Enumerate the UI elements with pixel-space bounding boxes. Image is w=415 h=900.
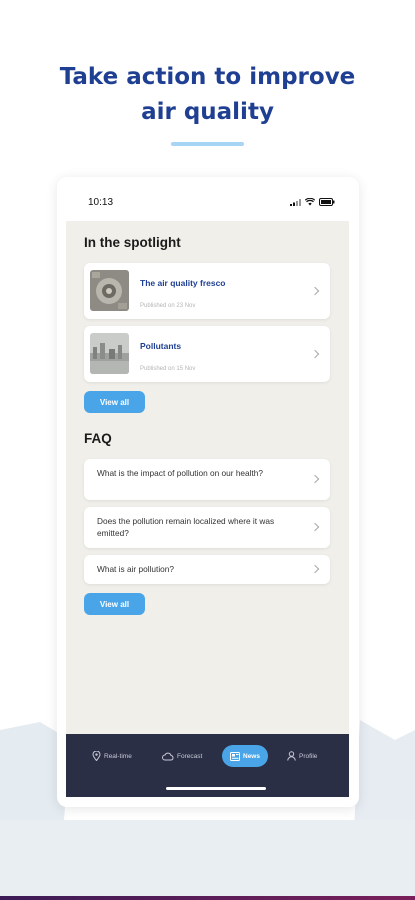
status-time: 10:13 bbox=[88, 197, 114, 208]
spotlight-view-all-button[interactable]: View all bbox=[84, 391, 145, 413]
faq-question: What is air pollution? bbox=[97, 564, 175, 574]
spotlight-card-2[interactable]: Pollutants Published on 15 Nov bbox=[84, 326, 330, 382]
signal-icon bbox=[290, 198, 301, 206]
faq-item-1[interactable]: What is the impact of pollution on our h… bbox=[84, 459, 330, 500]
spotlight-card-title: Pollutants bbox=[140, 341, 182, 351]
faq-title: FAQ bbox=[84, 431, 112, 446]
status-icons bbox=[290, 198, 335, 206]
faq-item-3[interactable]: What is air pollution? bbox=[84, 555, 330, 584]
chevron-right-icon bbox=[310, 522, 320, 532]
aerial-city-image bbox=[90, 270, 129, 311]
page-headline: Take action to improve air quality bbox=[0, 60, 415, 130]
faq-question: What is the impact of pollution on our h… bbox=[97, 468, 264, 478]
spotlight-card-title: The air quality fresco bbox=[140, 278, 226, 288]
wifi-icon bbox=[305, 198, 315, 206]
chevron-right-icon bbox=[310, 286, 320, 296]
city-skyline-image bbox=[90, 333, 129, 374]
tab-label: Profile bbox=[299, 752, 318, 760]
battery-icon bbox=[319, 198, 335, 206]
tab-profile[interactable]: Profile bbox=[287, 745, 317, 767]
spotlight-card-1[interactable]: The air quality fresco Published on 23 N… bbox=[84, 263, 330, 319]
headline-underline bbox=[171, 142, 244, 146]
tab-label: Forecast bbox=[177, 752, 203, 760]
tab-forecast[interactable]: Forecast bbox=[162, 745, 202, 767]
tab-label: News bbox=[243, 752, 260, 760]
chevron-right-icon bbox=[310, 349, 320, 359]
spotlight-card-date: Published on 15 Nov bbox=[140, 366, 196, 372]
location-pin-icon bbox=[92, 751, 101, 761]
spotlight-card-date: Published on 23 Nov bbox=[140, 303, 196, 309]
news-screen: In the spotlight The air quality fresco … bbox=[66, 221, 349, 736]
chevron-right-icon bbox=[310, 474, 320, 484]
tab-news[interactable]: News bbox=[222, 745, 268, 767]
headline-line-2: air quality bbox=[141, 99, 274, 125]
spotlight-title: In the spotlight bbox=[84, 235, 181, 250]
person-icon bbox=[287, 751, 296, 761]
tab-label: Real-time bbox=[104, 752, 132, 760]
newspaper-icon bbox=[230, 751, 240, 761]
cloud-icon bbox=[162, 752, 174, 760]
headline-line-1: Take action to improve bbox=[59, 64, 356, 90]
status-bar: 10:13 bbox=[57, 177, 359, 221]
faq-item-2[interactable]: Does the pollution remain localized wher… bbox=[84, 507, 330, 548]
faq-view-all-button[interactable]: View all bbox=[84, 593, 145, 615]
faq-question: Does the pollution remain localized wher… bbox=[97, 516, 275, 538]
phone-frame: 10:13 In the spotlight The air quality f… bbox=[57, 177, 359, 807]
bottom-tab-bar: Real-time Forecast News Profile bbox=[66, 734, 349, 797]
home-indicator bbox=[166, 787, 266, 790]
chevron-right-icon bbox=[310, 564, 320, 574]
bottom-accent-stripe bbox=[0, 896, 415, 900]
tab-real-time[interactable]: Real-time bbox=[92, 745, 132, 767]
